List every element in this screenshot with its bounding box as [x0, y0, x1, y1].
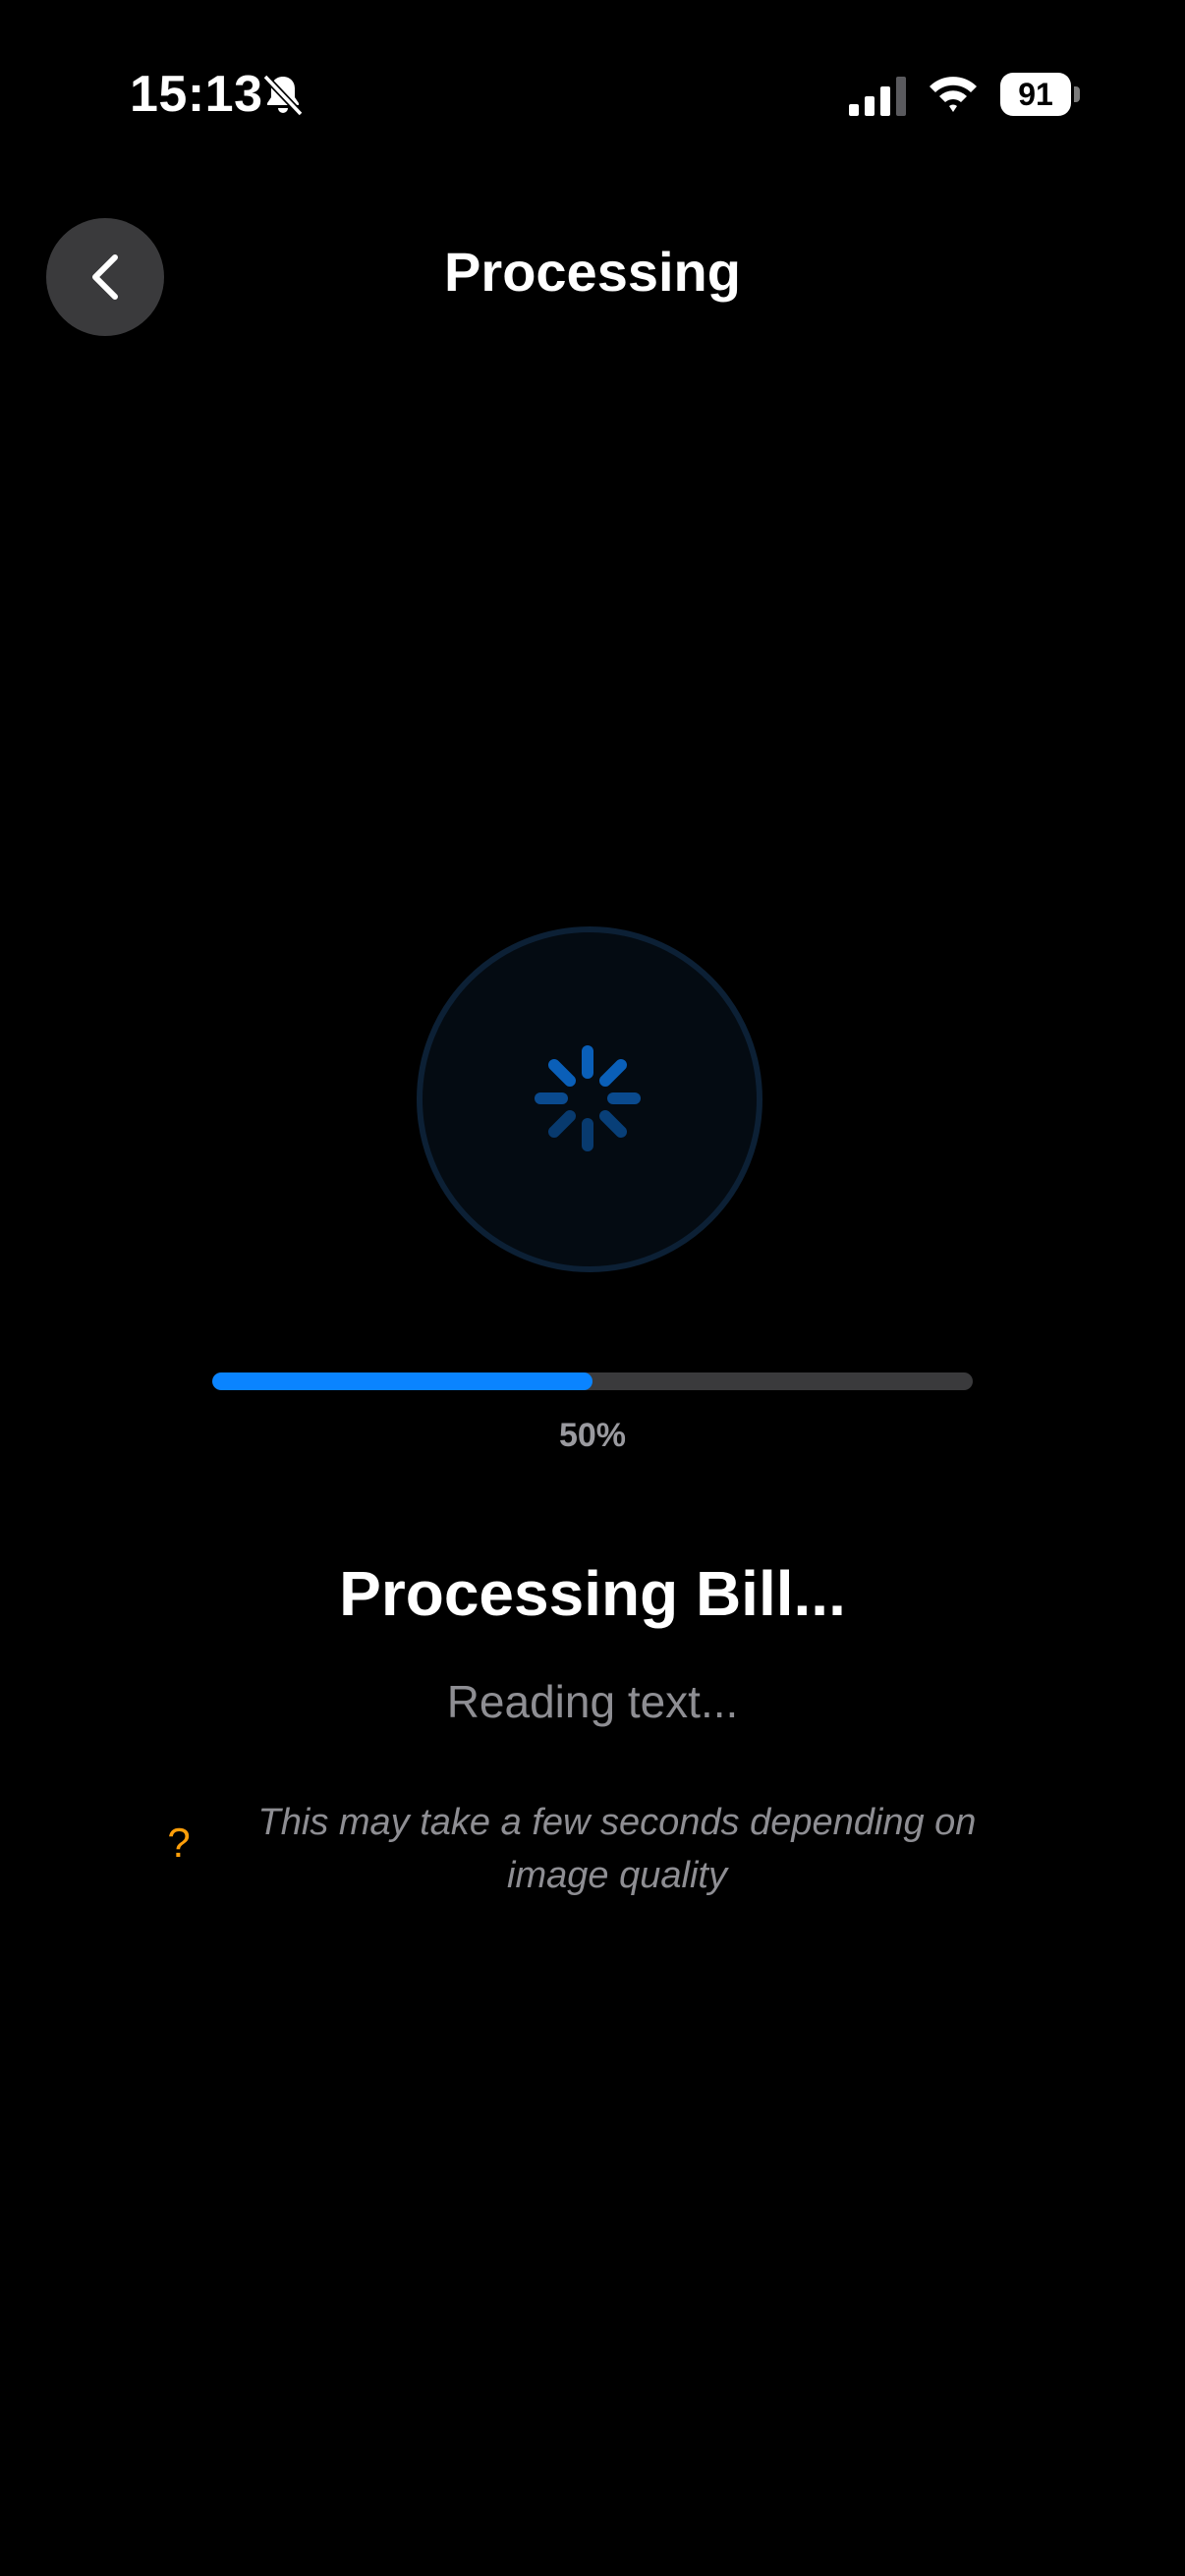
tip-text: This may take a few seconds depending on… [257, 1802, 977, 1896]
processing-title: Processing Bill... [339, 1558, 846, 1629]
cellular-signal-icon [849, 77, 906, 116]
loading-spinner-icon [535, 1045, 641, 1151]
wifi-icon [930, 77, 977, 112]
question-mark-icon: ? [167, 1820, 191, 1866]
status-bar: 15:13 91 [0, 0, 1185, 187]
battery-indicator: 91 [1000, 73, 1080, 116]
progress-percentage: 50% [558, 1417, 627, 1454]
battery-level: 91 [1018, 77, 1053, 112]
progress-fill [212, 1372, 592, 1390]
processing-status: Reading text... [446, 1676, 739, 1727]
page-title: Processing [444, 241, 741, 303]
bell-slash-icon [262, 74, 304, 117]
status-time: 15:13 [130, 66, 263, 123]
progress-bar [212, 1372, 973, 1390]
